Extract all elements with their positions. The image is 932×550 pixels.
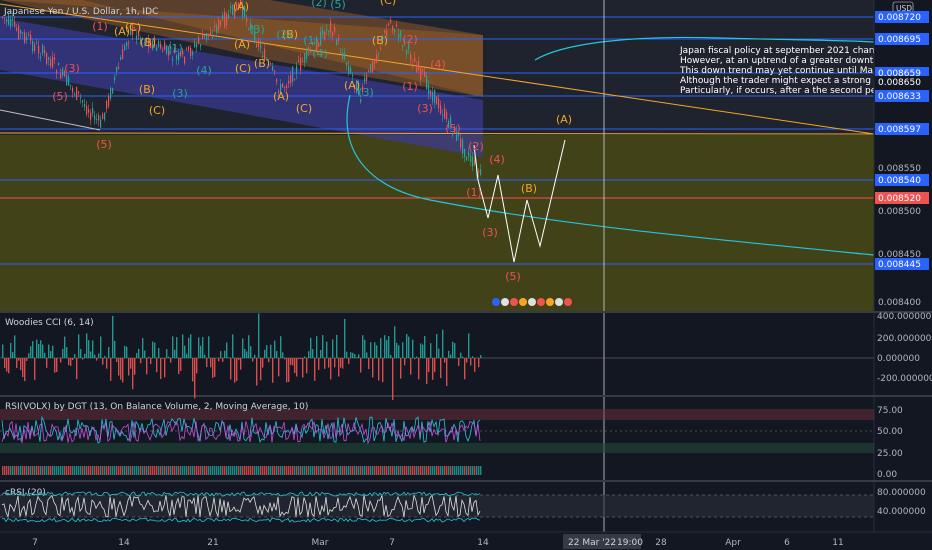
target-zone	[0, 135, 874, 312]
symbol-title: Japanese Yen / U.S. Dollar, 1h, IDC	[3, 7, 158, 17]
wave-label-orange: (B)	[372, 34, 388, 47]
cci-tick: -200.000000	[877, 374, 932, 384]
time-label: 14	[477, 538, 489, 548]
wave-label-green: (2)	[276, 28, 292, 41]
level-price: 0.008540	[878, 176, 921, 186]
wave-label-orange: (C)	[235, 62, 251, 75]
crosshair-time: 19:00	[617, 538, 643, 548]
rsi-params: (13, On Balance Volume, 2, Moving Averag…	[90, 402, 309, 412]
level-price: 0.008720	[878, 13, 921, 23]
wave-label-green: (2)	[311, 0, 327, 9]
wave-label-red: (5)	[96, 138, 112, 151]
rsi-tick: 0.00	[877, 470, 897, 480]
wave-label-orange: (C)	[380, 0, 396, 7]
wave-label-orange: (C)	[149, 104, 165, 117]
note-line-4: Although the trader might expect a stron…	[680, 76, 907, 86]
time-axis[interactable]	[0, 532, 874, 550]
wave-label-orange: (B)	[254, 57, 270, 70]
wave-label-orange: (A)	[234, 38, 250, 51]
wave-label-red: (1)	[402, 80, 418, 93]
cci-tick: 0.000000	[877, 354, 920, 364]
time-label: 7	[389, 538, 395, 548]
price-tick: 0.008400	[878, 298, 921, 308]
wave-label-green: (3)	[358, 86, 374, 99]
wave-label-orange: (B)	[140, 36, 156, 49]
note-line-1: Japan fiscal policy at september 2021 ch…	[679, 46, 892, 56]
cci-tick: 400.000000	[877, 312, 932, 322]
note-line-5: Particularly, if occurs, after a the sec…	[680, 86, 888, 96]
wave-label-green: (3)	[249, 23, 265, 36]
time-label: Apr	[725, 538, 741, 548]
wave-label-red: (1)	[466, 186, 482, 199]
time-label: 14	[118, 538, 130, 548]
wave-label-red: (5)	[52, 90, 68, 103]
wave-label-orange: (B)	[139, 83, 155, 96]
wave-label-green: (4)	[312, 47, 328, 60]
rsi-title: RSI(VOLX) by DGT	[5, 402, 87, 412]
rsi-tick: 50.00	[877, 427, 903, 437]
level-price: 0.008650	[878, 78, 921, 88]
wave-label-red: (5)	[445, 122, 461, 135]
wave-label-red: (2)	[402, 33, 418, 46]
wave-label-orange: (A)	[233, 0, 249, 13]
cci-title: Woodies CCI (6, 14)	[5, 318, 94, 328]
price-tick: 0.008500	[878, 207, 921, 217]
cci-pane[interactable]: Woodies CCI (6, 14) 400.000000 200.000000…	[0, 312, 932, 400]
rsi-pane[interactable]: RSI(VOLX) by DGT (13, On Balance Volume,…	[0, 402, 903, 480]
wave-label-red: (1)	[92, 20, 108, 33]
wave-label-orange: (B)	[521, 182, 537, 195]
wave-label-red: (2)	[468, 140, 484, 153]
wave-label-orange: (A)	[273, 90, 289, 103]
level-price: 0.008633	[878, 92, 921, 102]
wave-label-green: (1)	[167, 42, 183, 55]
crsi-tick: 40.000000	[877, 507, 926, 517]
note-line-3: This down trend may yet continue until M…	[679, 66, 887, 76]
note-line-2: However, at an uptrend of a greater down…	[680, 56, 894, 66]
wave-label-orange: (A)	[114, 25, 130, 38]
wave-label-red: (3)	[417, 102, 433, 115]
cci-tick: 200.000000	[877, 334, 932, 344]
rsi-tick: 75.00	[877, 406, 903, 416]
wave-label-red: (4)	[430, 58, 446, 71]
wave-label-green: (3)	[172, 87, 188, 100]
wave-label-orange: (C)	[296, 102, 312, 115]
time-label: 11	[832, 538, 843, 548]
time-label: 6	[784, 538, 790, 548]
wave-label-red: (5)	[505, 270, 521, 283]
event-icons[interactable]	[492, 298, 572, 306]
crsi-tick: 80.000000	[877, 488, 926, 498]
wave-label-green: (1)	[303, 34, 319, 47]
time-label: 28	[655, 538, 667, 548]
wave-label-red: (3)	[482, 226, 498, 239]
crosshair-date: 22 Mar '22	[568, 538, 616, 548]
level-price: 0.008445	[878, 260, 921, 270]
wave-label-orange: (A)	[556, 113, 572, 126]
time-label: 7	[32, 538, 38, 548]
price-tick: 0.008450	[878, 250, 921, 260]
wave-label-green: (5)	[330, 0, 346, 11]
time-label: 21	[207, 538, 218, 548]
level-price: 0.008597	[878, 125, 921, 135]
level-price: 0.008695	[878, 35, 921, 45]
svg-text:RSI(VOLX) by DGT (13, On Balan: RSI(VOLX) by DGT (13, On Balance Volume,…	[5, 402, 308, 412]
rsi-tick: 25.00	[877, 449, 903, 459]
trading-chart[interactable]: (C)(B)(A)(C)(B)(A)(B)(A)(C)(B)(A)(C)(A)(…	[0, 0, 932, 550]
wave-label-red: (4)	[489, 153, 505, 166]
crsi-pane[interactable]: cRSI (20) 80.00000040.000000	[0, 488, 926, 523]
time-label: Mar	[312, 538, 329, 548]
wave-label-red: (3)	[64, 62, 80, 75]
price-tick: 0.008550	[878, 164, 921, 174]
level-price: 0.008520	[878, 194, 921, 204]
wave-label-green: (4)	[196, 64, 212, 77]
